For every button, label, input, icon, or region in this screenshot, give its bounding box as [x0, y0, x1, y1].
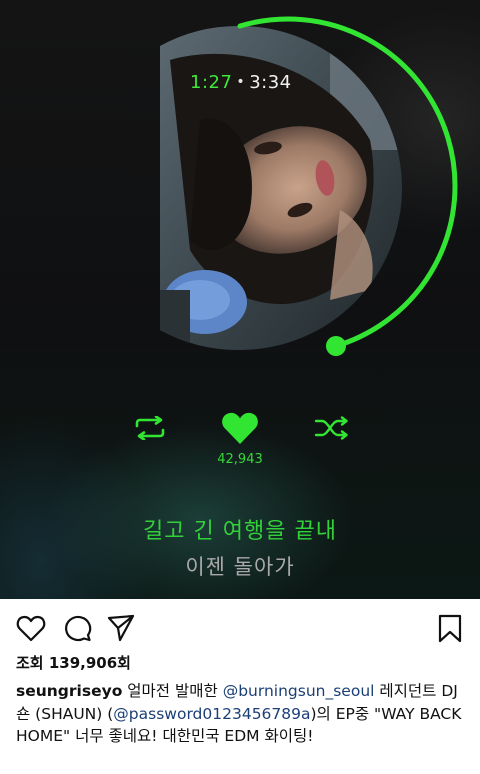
post-caption: seungriseyo 얼마전 발매한 @burningsun_seoul 레지…: [16, 680, 468, 748]
lyric-current: 길고 긴 여행을 끝내: [143, 519, 337, 544]
repeat-icon[interactable]: [133, 416, 167, 440]
likes-count: 42,943: [217, 452, 263, 467]
album-art-photo: [160, 25, 402, 351]
views-number: 139,906회: [48, 654, 131, 672]
time-separator: •: [236, 74, 246, 90]
player-controls: 42,943: [0, 410, 480, 470]
heart-icon[interactable]: [221, 411, 259, 445]
time-current: 1:27: [190, 72, 233, 93]
bookmark-icon[interactable]: [436, 613, 464, 643]
lyric-next: 이젠 돌아가: [185, 555, 295, 579]
caption-username[interactable]: seungriseyo: [16, 682, 122, 700]
comment-icon[interactable]: [62, 613, 92, 643]
mention-burningsun[interactable]: @burningsun_seoul: [223, 682, 375, 700]
mention-password[interactable]: @password0123456789a: [113, 705, 310, 723]
caption-text-1: 얼마전 발매한: [122, 682, 223, 700]
share-icon[interactable]: [106, 613, 136, 643]
heart-outline-icon[interactable]: [16, 613, 46, 643]
post-action-bar: [0, 605, 480, 649]
playback-time: 1:27 • 3:34: [190, 72, 292, 93]
shuffle-icon[interactable]: [314, 416, 350, 440]
views-label: 조회: [16, 654, 44, 672]
time-total: 3:34: [249, 72, 292, 93]
progress-knob[interactable]: [326, 336, 346, 356]
view-count: 조회 139,906회: [16, 652, 131, 673]
music-post-media[interactable]: 1:27 • 3:34 42,943 길고 긴 여행을 끝내 이젠 돌아가: [0, 0, 480, 599]
